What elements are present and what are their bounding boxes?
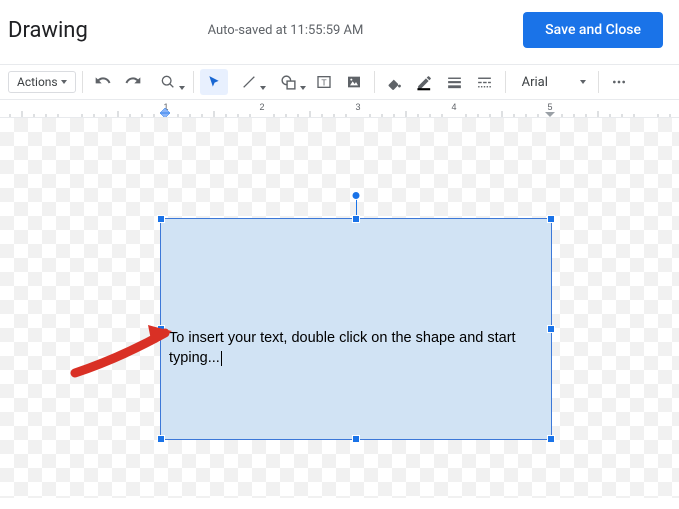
toolbar: Actions T Arial	[0, 64, 679, 100]
chevron-down-icon	[300, 86, 306, 90]
textbox-tool-button[interactable]: T	[310, 69, 338, 95]
dialog-header: Drawing Auto-saved at 11:55:59 AM Save a…	[0, 0, 679, 64]
resize-handle-n[interactable]	[352, 215, 360, 223]
ruler-marks: 12345	[0, 100, 679, 118]
chevron-down-icon	[260, 86, 266, 90]
redo-button[interactable]	[119, 69, 147, 95]
undo-button[interactable]	[89, 69, 117, 95]
separator	[598, 71, 599, 93]
more-options-button[interactable]	[605, 69, 633, 95]
resize-handle-nw[interactable]	[157, 215, 165, 223]
separator	[193, 71, 194, 93]
border-dash-button[interactable]	[471, 69, 499, 95]
cursor-icon	[207, 75, 221, 89]
chevron-down-icon	[61, 80, 67, 84]
svg-text:3: 3	[355, 102, 360, 112]
resize-handle-e[interactable]	[547, 325, 555, 333]
separator	[374, 71, 375, 93]
undo-icon	[95, 74, 111, 90]
svg-text:2: 2	[259, 102, 264, 112]
zoom-icon	[160, 74, 176, 90]
pencil-icon	[416, 74, 433, 91]
fill-color-button[interactable]	[381, 69, 409, 95]
rotate-handle[interactable]	[352, 191, 361, 200]
resize-handle-se[interactable]	[547, 435, 555, 443]
autosave-status: Auto-saved at 11:55:59 AM	[48, 23, 523, 38]
save-and-close-button[interactable]: Save and Close	[523, 12, 663, 48]
image-icon	[346, 74, 362, 90]
text-cursor	[221, 351, 222, 366]
redo-icon	[125, 74, 141, 90]
line-tool-button[interactable]	[230, 69, 268, 95]
shape-text-content[interactable]: To insert your text, double click on the…	[169, 329, 543, 368]
font-family-select[interactable]: Arial	[512, 69, 592, 95]
line-dash-icon	[476, 74, 493, 91]
horizontal-ruler[interactable]: 12345	[0, 100, 679, 118]
border-weight-button[interactable]	[441, 69, 469, 95]
svg-text:5: 5	[547, 102, 552, 112]
chevron-down-icon	[580, 80, 586, 84]
separator	[505, 71, 506, 93]
line-icon	[241, 74, 257, 90]
separator	[82, 71, 83, 93]
drawing-canvas[interactable]: To insert your text, double click on the…	[0, 118, 679, 498]
svg-text:T: T	[321, 77, 327, 87]
chevron-down-icon	[179, 86, 185, 90]
font-family-label: Arial	[522, 75, 548, 90]
line-weight-icon	[446, 74, 463, 91]
select-tool-button[interactable]	[200, 69, 228, 95]
shapes-icon	[280, 74, 297, 91]
more-horizontal-icon	[611, 74, 627, 90]
actions-menu-button[interactable]: Actions	[8, 71, 76, 93]
border-color-button[interactable]	[411, 69, 439, 95]
image-tool-button[interactable]	[340, 69, 368, 95]
selected-shape[interactable]: To insert your text, double click on the…	[160, 218, 552, 440]
resize-handle-w[interactable]	[157, 325, 165, 333]
actions-label: Actions	[17, 75, 58, 89]
resize-handle-sw[interactable]	[157, 435, 165, 443]
zoom-button[interactable]	[149, 69, 187, 95]
resize-handle-ne[interactable]	[547, 215, 555, 223]
svg-text:4: 4	[451, 102, 456, 112]
textbox-icon: T	[316, 74, 332, 90]
shape-tool-button[interactable]	[270, 69, 308, 95]
paint-bucket-icon	[386, 74, 403, 91]
resize-handle-s[interactable]	[352, 435, 360, 443]
